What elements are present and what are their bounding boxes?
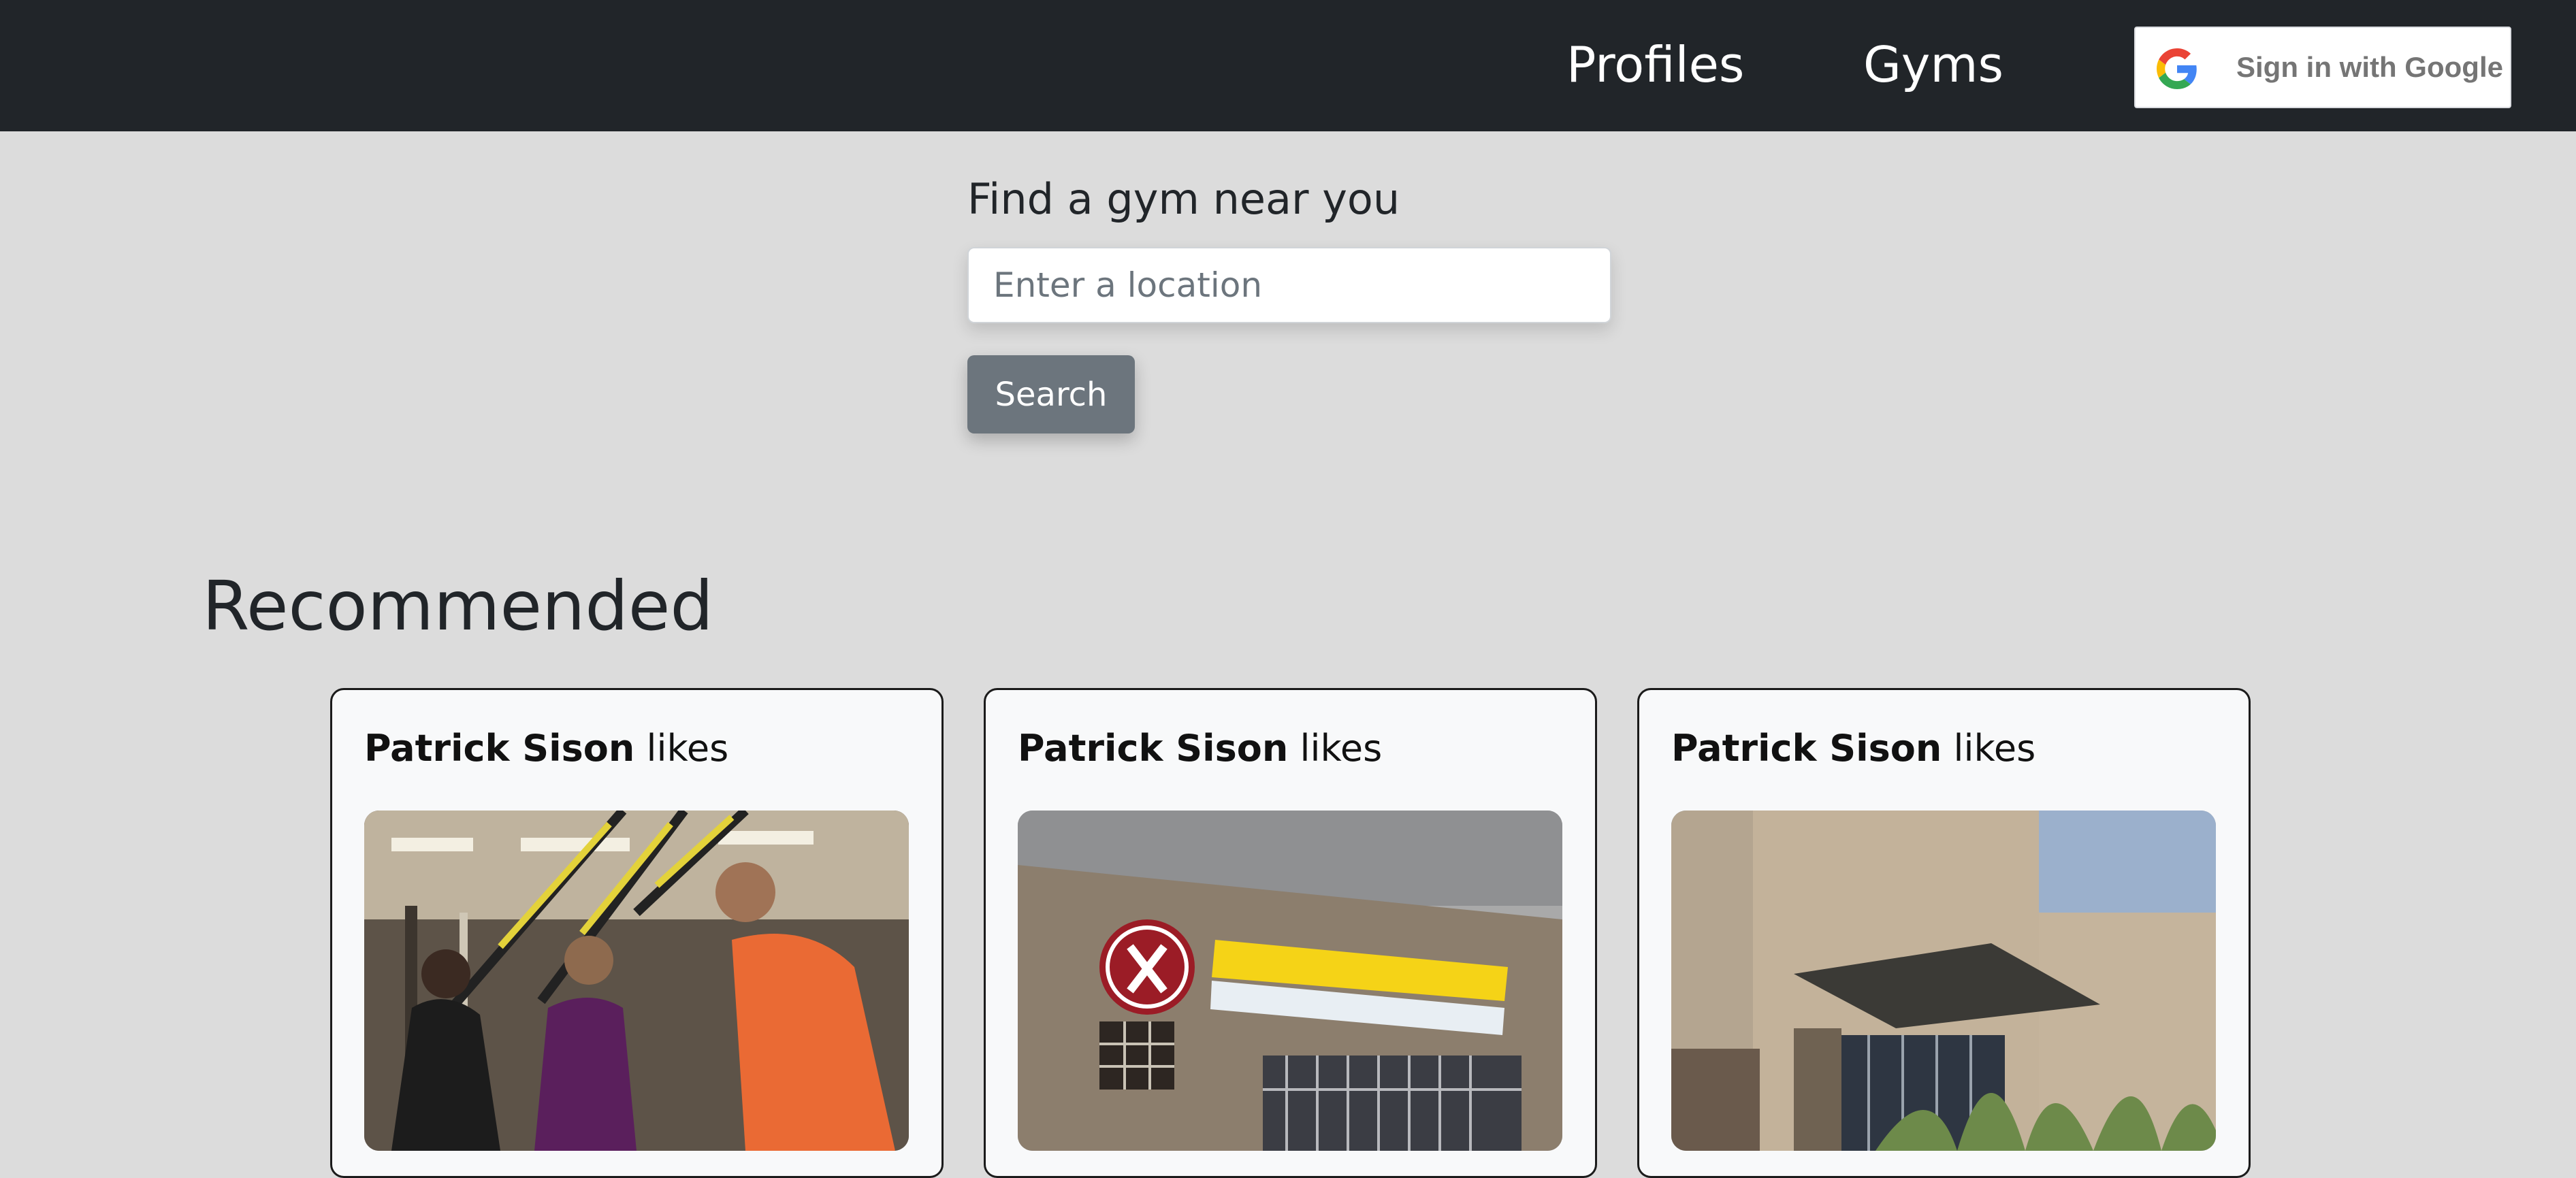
recommended-title: Recommended	[202, 566, 713, 646]
recommended-card[interactable]: Patrick Sison likes	[984, 688, 1597, 1178]
card-verb: likes	[1300, 727, 1383, 770]
google-icon	[2157, 48, 2197, 89]
newlife-fitness-building-photo	[1671, 811, 2216, 1151]
card-user-name: Patrick Sison	[1018, 727, 1289, 770]
google-signin-label: Sign in with Google	[2236, 51, 2503, 83]
card-header: Patrick Sison likes	[364, 727, 728, 770]
card-header: Patrick Sison likes	[1671, 727, 2035, 770]
card-verb: likes	[646, 727, 729, 770]
nav-link-gyms[interactable]: Gyms	[1863, 0, 2003, 131]
card-verb: likes	[1953, 727, 2036, 770]
top-navbar: Profiles Gyms Sign in with Google	[0, 0, 2576, 131]
fitness-connection-building-photo	[1018, 811, 1562, 1151]
search-button[interactable]: Search	[967, 355, 1135, 433]
card-user-name: Patrick Sison	[364, 727, 635, 770]
nav-link-profiles[interactable]: Profiles	[1566, 0, 1744, 131]
recommended-card[interactable]: Patrick Sison likes	[330, 688, 944, 1178]
card-header: Patrick Sison likes	[1018, 727, 1382, 770]
google-signin-button[interactable]: Sign in with Google	[2134, 27, 2511, 108]
recommended-card[interactable]: Patrick Sison likes	[1637, 688, 2251, 1178]
search-heading: Find a gym near you	[967, 174, 1400, 224]
trx-suspension-training-photo	[364, 811, 909, 1151]
location-search-input[interactable]	[967, 247, 1611, 323]
card-user-name: Patrick Sison	[1671, 727, 1942, 770]
